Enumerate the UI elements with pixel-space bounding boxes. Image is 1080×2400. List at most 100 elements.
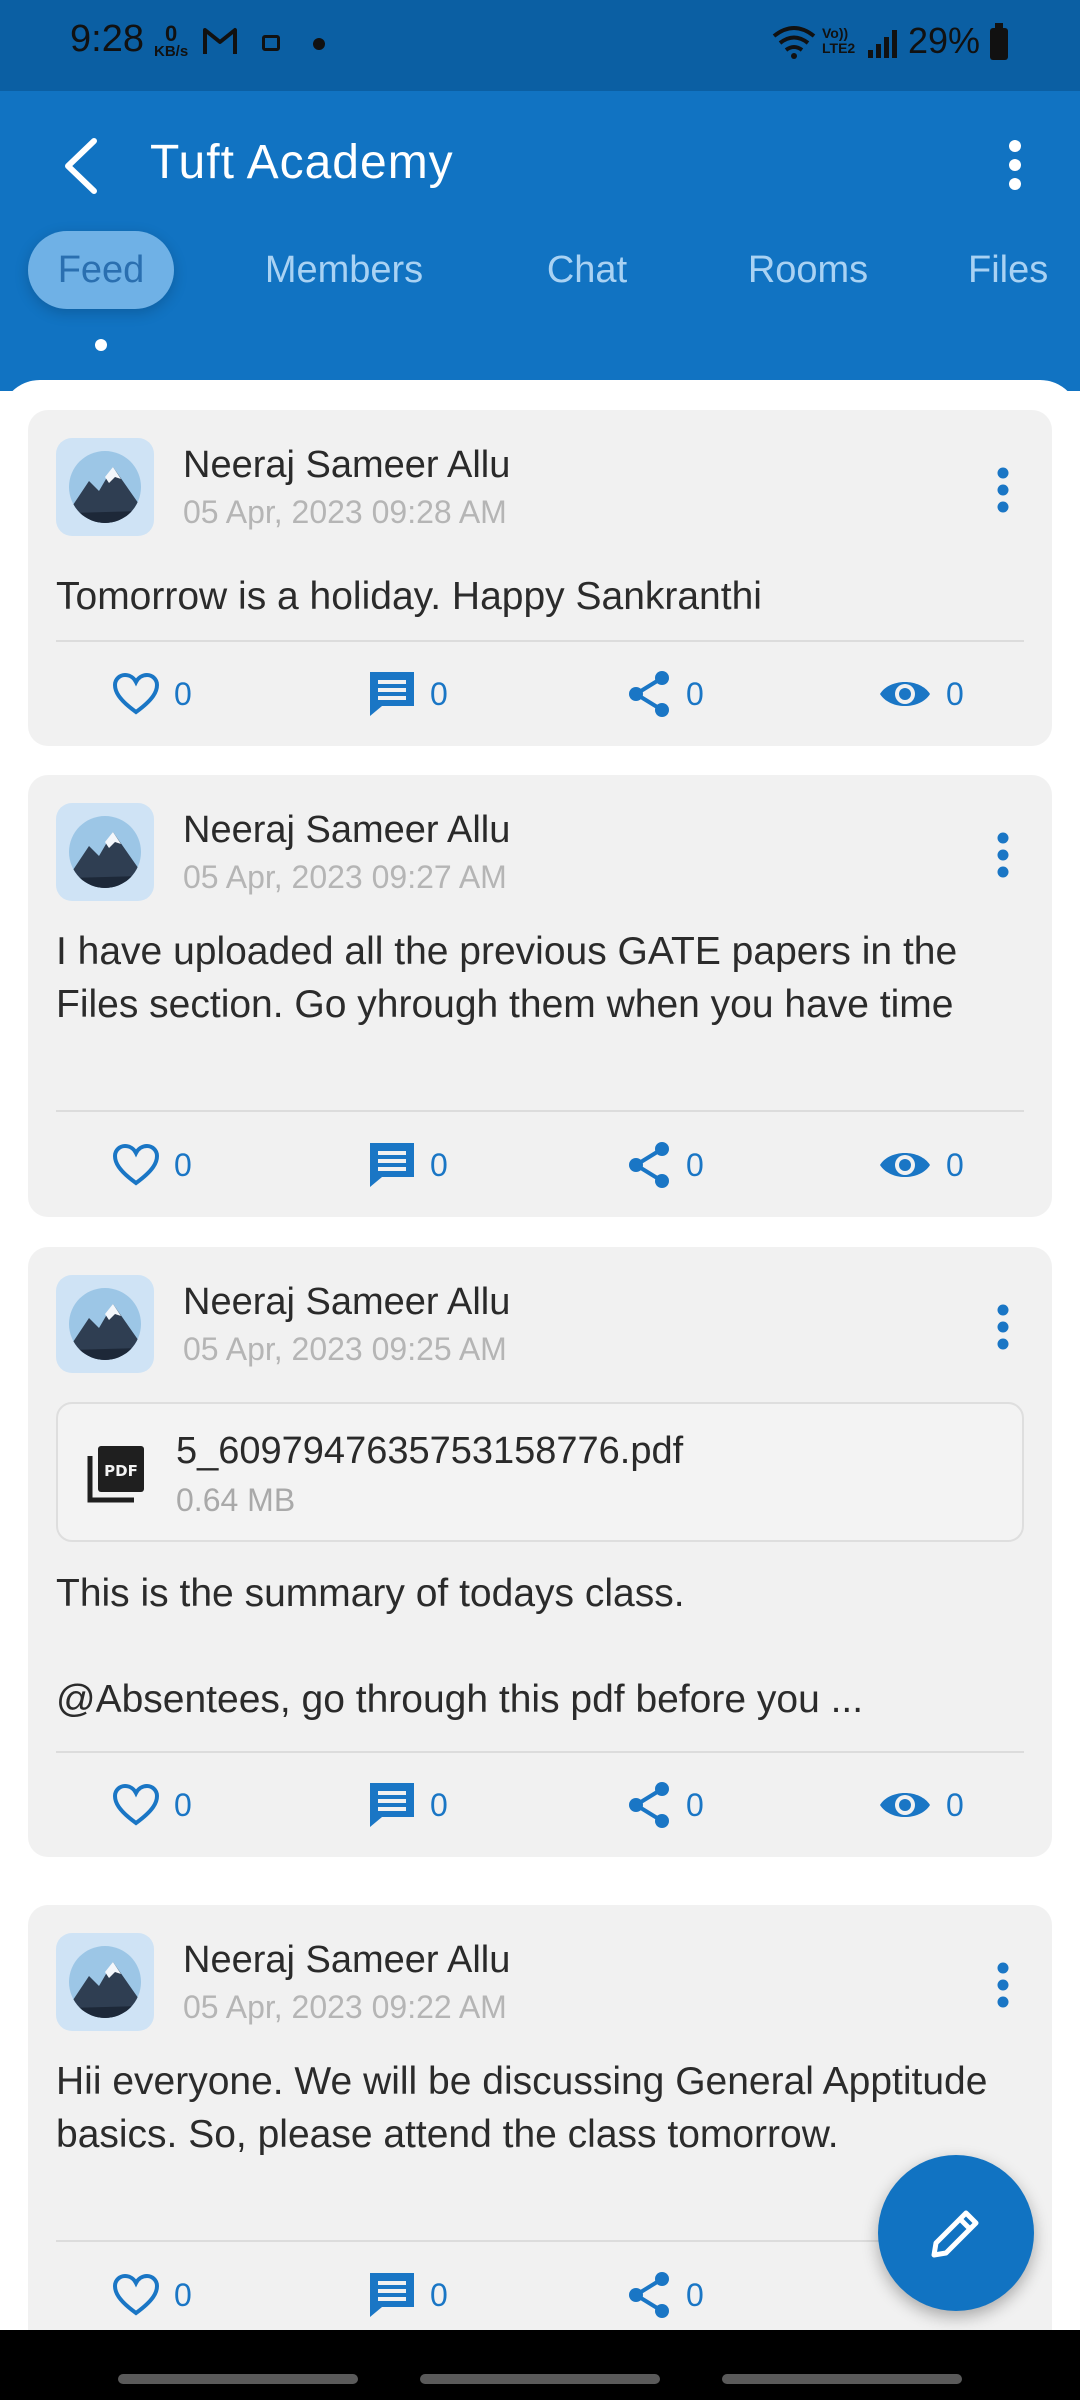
post-actions: 0 0 0 0 [28,1125,1052,1205]
post-timestamp: 05 Apr, 2023 09:25 AM [183,1331,507,1367]
divider [56,1110,1024,1112]
nav-back-handle[interactable] [722,2374,962,2384]
avatar[interactable] [56,803,154,901]
eye-icon [880,682,930,706]
system-nav-bar [0,2330,1080,2400]
tab-bar: Feed Members Chat Rooms Files [0,231,1080,331]
avatar[interactable] [56,1933,154,2031]
post-menu-button[interactable] [988,825,1018,885]
views-count: 0 [946,1786,964,1823]
post-author: Neeraj Sameer Allu [183,1281,511,1323]
comment-count: 0 [430,2276,448,2313]
share-count: 0 [686,2276,704,2313]
heart-icon [112,2273,160,2316]
like-button[interactable]: 0 [112,654,192,734]
share-count: 0 [686,675,704,712]
post-menu-button[interactable] [988,460,1018,520]
share-icon [629,671,669,717]
mountain-avatar-image [69,1946,141,2018]
tab-chat[interactable]: Chat [524,231,650,309]
back-arrow-icon [65,138,97,194]
avatar[interactable] [56,438,154,536]
wifi-icon [770,24,818,65]
pdf-attachment[interactable]: PDF 5_6097947635753158776.pdf 0.64 MB [56,1402,1024,1542]
views-indicator: 0 [878,1125,964,1205]
signal-icon [866,26,900,65]
comment-button[interactable]: 0 [368,654,448,734]
compose-post-button[interactable] [878,2155,1034,2311]
comment-icon [370,672,414,716]
tab-members[interactable]: Members [244,231,444,309]
more-vert-icon [997,467,1009,513]
pencil-icon [931,2210,979,2258]
like-count: 0 [174,2276,192,2313]
tab-feed[interactable]: Feed [28,231,174,309]
volte-indicator: Vo)) LTE2 [822,25,856,56]
views-count: 0 [946,675,964,712]
notification-icon [262,35,280,51]
post-text-line-2: @Absentees, go through this pdf before y… [56,1678,864,1721]
status-time: 9:28 [70,18,144,60]
views-indicator: 0 [878,654,964,734]
tab-rooms[interactable]: Rooms [732,231,884,309]
share-button[interactable]: 0 [626,1765,704,1845]
net-speed-value: 0 [164,21,178,46]
post-card[interactable]: Neeraj Sameer Allu 05 Apr, 2023 09:28 AM… [28,410,1052,746]
heart-icon [112,1783,160,1826]
comment-icon [370,1143,414,1187]
share-icon [629,1782,669,1828]
like-button[interactable]: 0 [112,1125,192,1205]
back-button[interactable] [50,131,110,201]
more-vert-icon [997,832,1009,878]
status-bar: 9:28 0 KB/s Vo)) LTE2 29% [0,0,1080,91]
comment-count: 0 [430,675,448,712]
pdf-icon: PDF [86,1444,146,1509]
comment-button[interactable]: 0 [368,1125,448,1205]
share-button[interactable]: 0 [626,654,704,734]
nav-home-handle[interactable] [420,2374,660,2384]
attachment-filename: 5_6097947635753158776.pdf [176,1430,684,1472]
more-options-button[interactable] [990,135,1040,195]
share-count: 0 [686,1146,704,1183]
like-button[interactable]: 0 [112,1765,192,1845]
mountain-avatar-image [69,451,141,523]
like-count: 0 [174,675,192,712]
post-actions: 0 0 0 0 [28,1765,1052,1845]
post-text: I have uploaded all the previous GATE pa… [56,930,958,1026]
eye-icon [880,1153,930,1177]
views-count: 0 [946,1146,964,1183]
battery-percent: 29% [908,20,981,61]
share-button[interactable]: 0 [626,2255,704,2335]
heart-icon [112,1143,160,1186]
battery-icon [990,23,1008,60]
mountain-avatar-image [69,816,141,888]
post-text: Hii everyone. We will be discussing Gene… [56,2060,988,2156]
share-button[interactable]: 0 [626,1125,704,1205]
tab-files[interactable]: Files [968,231,1080,309]
more-vert-icon [997,1304,1009,1350]
post-card[interactable]: Neeraj Sameer Allu 05 Apr, 2023 09:22 AM… [28,1905,1052,2360]
mountain-avatar-image [69,1288,141,1360]
post-actions: 0 0 0 0 [28,654,1052,734]
comment-button[interactable]: 0 [368,2255,448,2335]
heart-icon [112,672,160,715]
nav-recents-handle[interactable] [118,2374,358,2384]
post-menu-button[interactable] [988,1297,1018,1357]
like-button[interactable]: 0 [112,2255,192,2335]
comment-button[interactable]: 0 [368,1765,448,1845]
share-count: 0 [686,1786,704,1823]
post-card[interactable]: Neeraj Sameer Allu 05 Apr, 2023 09:27 AM… [28,775,1052,1217]
gmail-icon [202,26,238,61]
avatar[interactable] [56,1275,154,1373]
attachment-size: 0.64 MB [176,1482,296,1518]
feed-list: Neeraj Sameer Allu 05 Apr, 2023 09:28 AM… [0,380,1080,2360]
post-timestamp: 05 Apr, 2023 09:28 AM [183,494,507,530]
more-notifications-dot [313,38,325,50]
divider [56,640,1024,642]
post-timestamp: 05 Apr, 2023 09:27 AM [183,859,507,895]
share-icon [629,2272,669,2318]
post-timestamp: 05 Apr, 2023 09:22 AM [183,1989,507,2025]
post-menu-button[interactable] [988,1955,1018,2015]
post-author: Neeraj Sameer Allu [183,444,511,486]
post-card[interactable]: Neeraj Sameer Allu 05 Apr, 2023 09:25 AM… [28,1247,1052,1857]
